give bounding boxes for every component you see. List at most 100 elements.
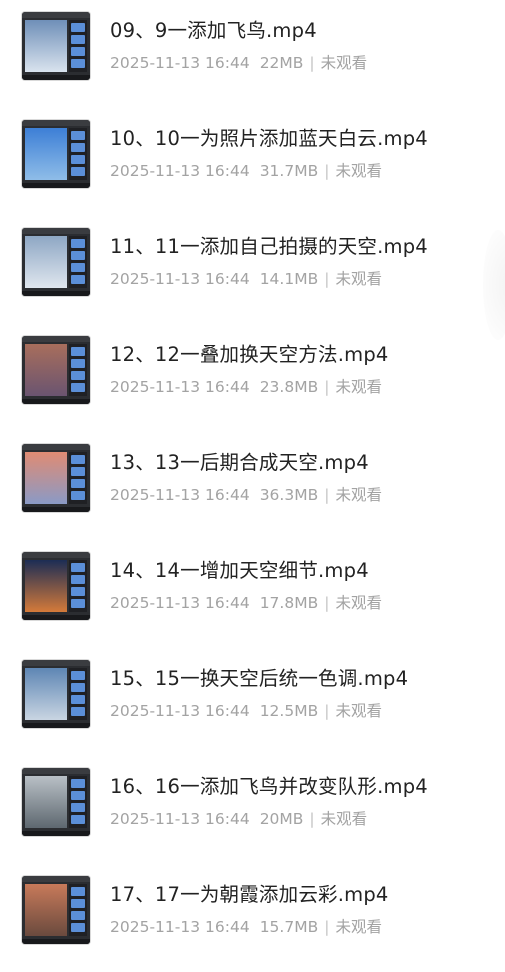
file-title[interactable]: 16、16一添加飞鸟并改变队形.mp4: [110, 770, 428, 799]
thumbnail-layer: [71, 263, 85, 272]
file-meta: 2025-11-13 16:44 36.3MB | 未观看: [110, 483, 382, 505]
file-meta: 2025-11-13 16:44 23.8MB | 未观看: [110, 375, 382, 397]
file-meta: 2025-11-13 16:44 20MB | 未观看: [110, 807, 367, 829]
video-thumbnail-icon[interactable]: [22, 12, 90, 80]
thumbnail-layer: [71, 911, 85, 920]
thumbnail-statusbar: [22, 723, 90, 728]
thumbnail-layer: [71, 35, 85, 44]
meta-separator: |: [324, 594, 330, 612]
file-title[interactable]: 15、15一换天空后统一色调.mp4: [110, 662, 408, 691]
file-date: 2025-11-13 16:44: [110, 270, 250, 288]
thumbnail-layer: [71, 167, 85, 176]
video-thumbnail-icon[interactable]: [22, 768, 90, 836]
video-thumbnail-icon[interactable]: [22, 444, 90, 512]
meta-separator: |: [324, 918, 330, 936]
file-row[interactable]: 15、15一换天空后统一色调.mp4 2025-11-13 16:44 12.5MB…: [0, 648, 505, 756]
thumbnail-titlebar: [22, 444, 90, 450]
thumbnail-statusbar: [22, 183, 90, 188]
video-thumbnail-icon[interactable]: [22, 552, 90, 620]
thumbnail-titlebar: [22, 12, 90, 18]
file-title[interactable]: 13、13一后期合成天空.mp4: [110, 446, 369, 475]
file-row[interactable]: 12、12一叠加换天空方法.mp4 2025-11-13 16:44 23.8MB |…: [0, 324, 505, 432]
file-meta: 2025-11-13 16:44 22MB | 未观看: [110, 51, 367, 73]
thumbnail-titlebar: [22, 228, 90, 234]
thumbnail-statusbar: [22, 831, 90, 836]
video-thumbnail-icon[interactable]: [22, 336, 90, 404]
thumbnail-layers-panel: [69, 236, 87, 288]
thumbnail-titlebar: [22, 336, 90, 342]
file-row[interactable]: 11、11一添加自己拍摄的天空.mp4 2025-11-13 16:44 14.1M…: [0, 216, 505, 324]
thumbnail-layers-panel: [69, 884, 87, 936]
thumbnail-layers-panel: [69, 20, 87, 72]
watch-status: 未观看: [335, 702, 382, 720]
thumbnail-layer: [71, 131, 85, 140]
thumbnail-preview: [25, 668, 67, 720]
meta-separator: |: [324, 162, 330, 180]
video-thumbnail-icon[interactable]: [22, 660, 90, 728]
file-size: 15.7MB: [259, 918, 319, 936]
file-row[interactable]: 10、10一为照片添加蓝天白云.mp4 2025-11-13 16:44 31.7M…: [0, 108, 505, 216]
thumbnail-layer: [71, 359, 85, 368]
thumbnail-layer: [71, 815, 85, 824]
file-meta: 2025-11-13 16:44 31.7MB | 未观看: [110, 159, 382, 181]
file-size: 22MB: [259, 54, 304, 72]
watch-status: 未观看: [335, 162, 382, 180]
file-row[interactable]: 09、9一添加飞鸟.mp4 2025-11-13 16:44 22MB | 未观看: [0, 0, 505, 108]
thumbnail-statusbar: [22, 75, 90, 80]
thumbnail-layer: [71, 695, 85, 704]
thumbnail-preview: [25, 452, 67, 504]
thumbnail-layer: [71, 803, 85, 812]
file-row[interactable]: 14、14一增加天空细节.mp4 2025-11-13 16:44 17.8MB | 未…: [0, 540, 505, 648]
file-meta: 2025-11-13 16:44 15.7MB | 未观看: [110, 915, 382, 937]
thumbnail-preview: [25, 776, 67, 828]
thumbnail-layer: [71, 251, 85, 260]
file-date: 2025-11-13 16:44: [110, 54, 250, 72]
thumbnail-layer: [71, 383, 85, 392]
thumbnail-layer: [71, 575, 85, 584]
thumbnail-layers-panel: [69, 560, 87, 612]
thumbnail-layer: [71, 563, 85, 572]
thumbnail-statusbar: [22, 615, 90, 620]
file-title[interactable]: 14、14一增加天空细节.mp4: [110, 554, 369, 583]
thumbnail-statusbar: [22, 399, 90, 404]
video-thumbnail-icon[interactable]: [22, 120, 90, 188]
thumbnail-statusbar: [22, 507, 90, 512]
file-title[interactable]: 17、17一为朝霞添加云彩.mp4: [110, 878, 389, 907]
file-size: 20MB: [259, 810, 304, 828]
file-size: 14.1MB: [259, 270, 319, 288]
thumbnail-layer: [71, 707, 85, 716]
file-size: 36.3MB: [259, 486, 319, 504]
thumbnail-statusbar: [22, 291, 90, 296]
file-row[interactable]: 13、13一后期合成天空.mp4 2025-11-13 16:44 36.3MB | 未…: [0, 432, 505, 540]
thumbnail-layer: [71, 599, 85, 608]
watch-status: 未观看: [335, 270, 382, 288]
video-thumbnail-icon[interactable]: [22, 876, 90, 944]
thumbnail-preview: [25, 20, 67, 72]
file-date: 2025-11-13 16:44: [110, 162, 250, 180]
thumbnail-layers-panel: [69, 452, 87, 504]
file-date: 2025-11-13 16:44: [110, 918, 250, 936]
file-row[interactable]: 16、16一添加飞鸟并改变队形.mp4 2025-11-13 16:44 20MB |…: [0, 756, 505, 864]
meta-separator: |: [324, 702, 330, 720]
thumbnail-layer: [71, 371, 85, 380]
file-meta: 2025-11-13 16:44 14.1MB | 未观看: [110, 267, 382, 289]
file-title[interactable]: 10、10一为照片添加蓝天白云.mp4: [110, 122, 428, 151]
file-date: 2025-11-13 16:44: [110, 486, 250, 504]
file-title[interactable]: 12、12一叠加换天空方法.mp4: [110, 338, 389, 367]
file-row[interactable]: 17、17一为朝霞添加云彩.mp4 2025-11-13 16:44 15.7MB |…: [0, 864, 505, 972]
file-size: 23.8MB: [259, 378, 319, 396]
thumbnail-layer: [71, 683, 85, 692]
video-thumbnail-icon[interactable]: [22, 228, 90, 296]
thumbnail-layer: [71, 791, 85, 800]
file-title[interactable]: 11、11一添加自己拍摄的天空.mp4: [110, 230, 428, 259]
watch-status: 未观看: [335, 594, 382, 612]
meta-separator: |: [324, 486, 330, 504]
thumbnail-layer: [71, 47, 85, 56]
file-size: 12.5MB: [259, 702, 319, 720]
watch-status: 未观看: [335, 378, 382, 396]
file-date: 2025-11-13 16:44: [110, 594, 250, 612]
thumbnail-layers-panel: [69, 668, 87, 720]
thumbnail-titlebar: [22, 552, 90, 558]
file-title[interactable]: 09、9一添加飞鸟.mp4: [110, 14, 317, 43]
thumbnail-preview: [25, 560, 67, 612]
